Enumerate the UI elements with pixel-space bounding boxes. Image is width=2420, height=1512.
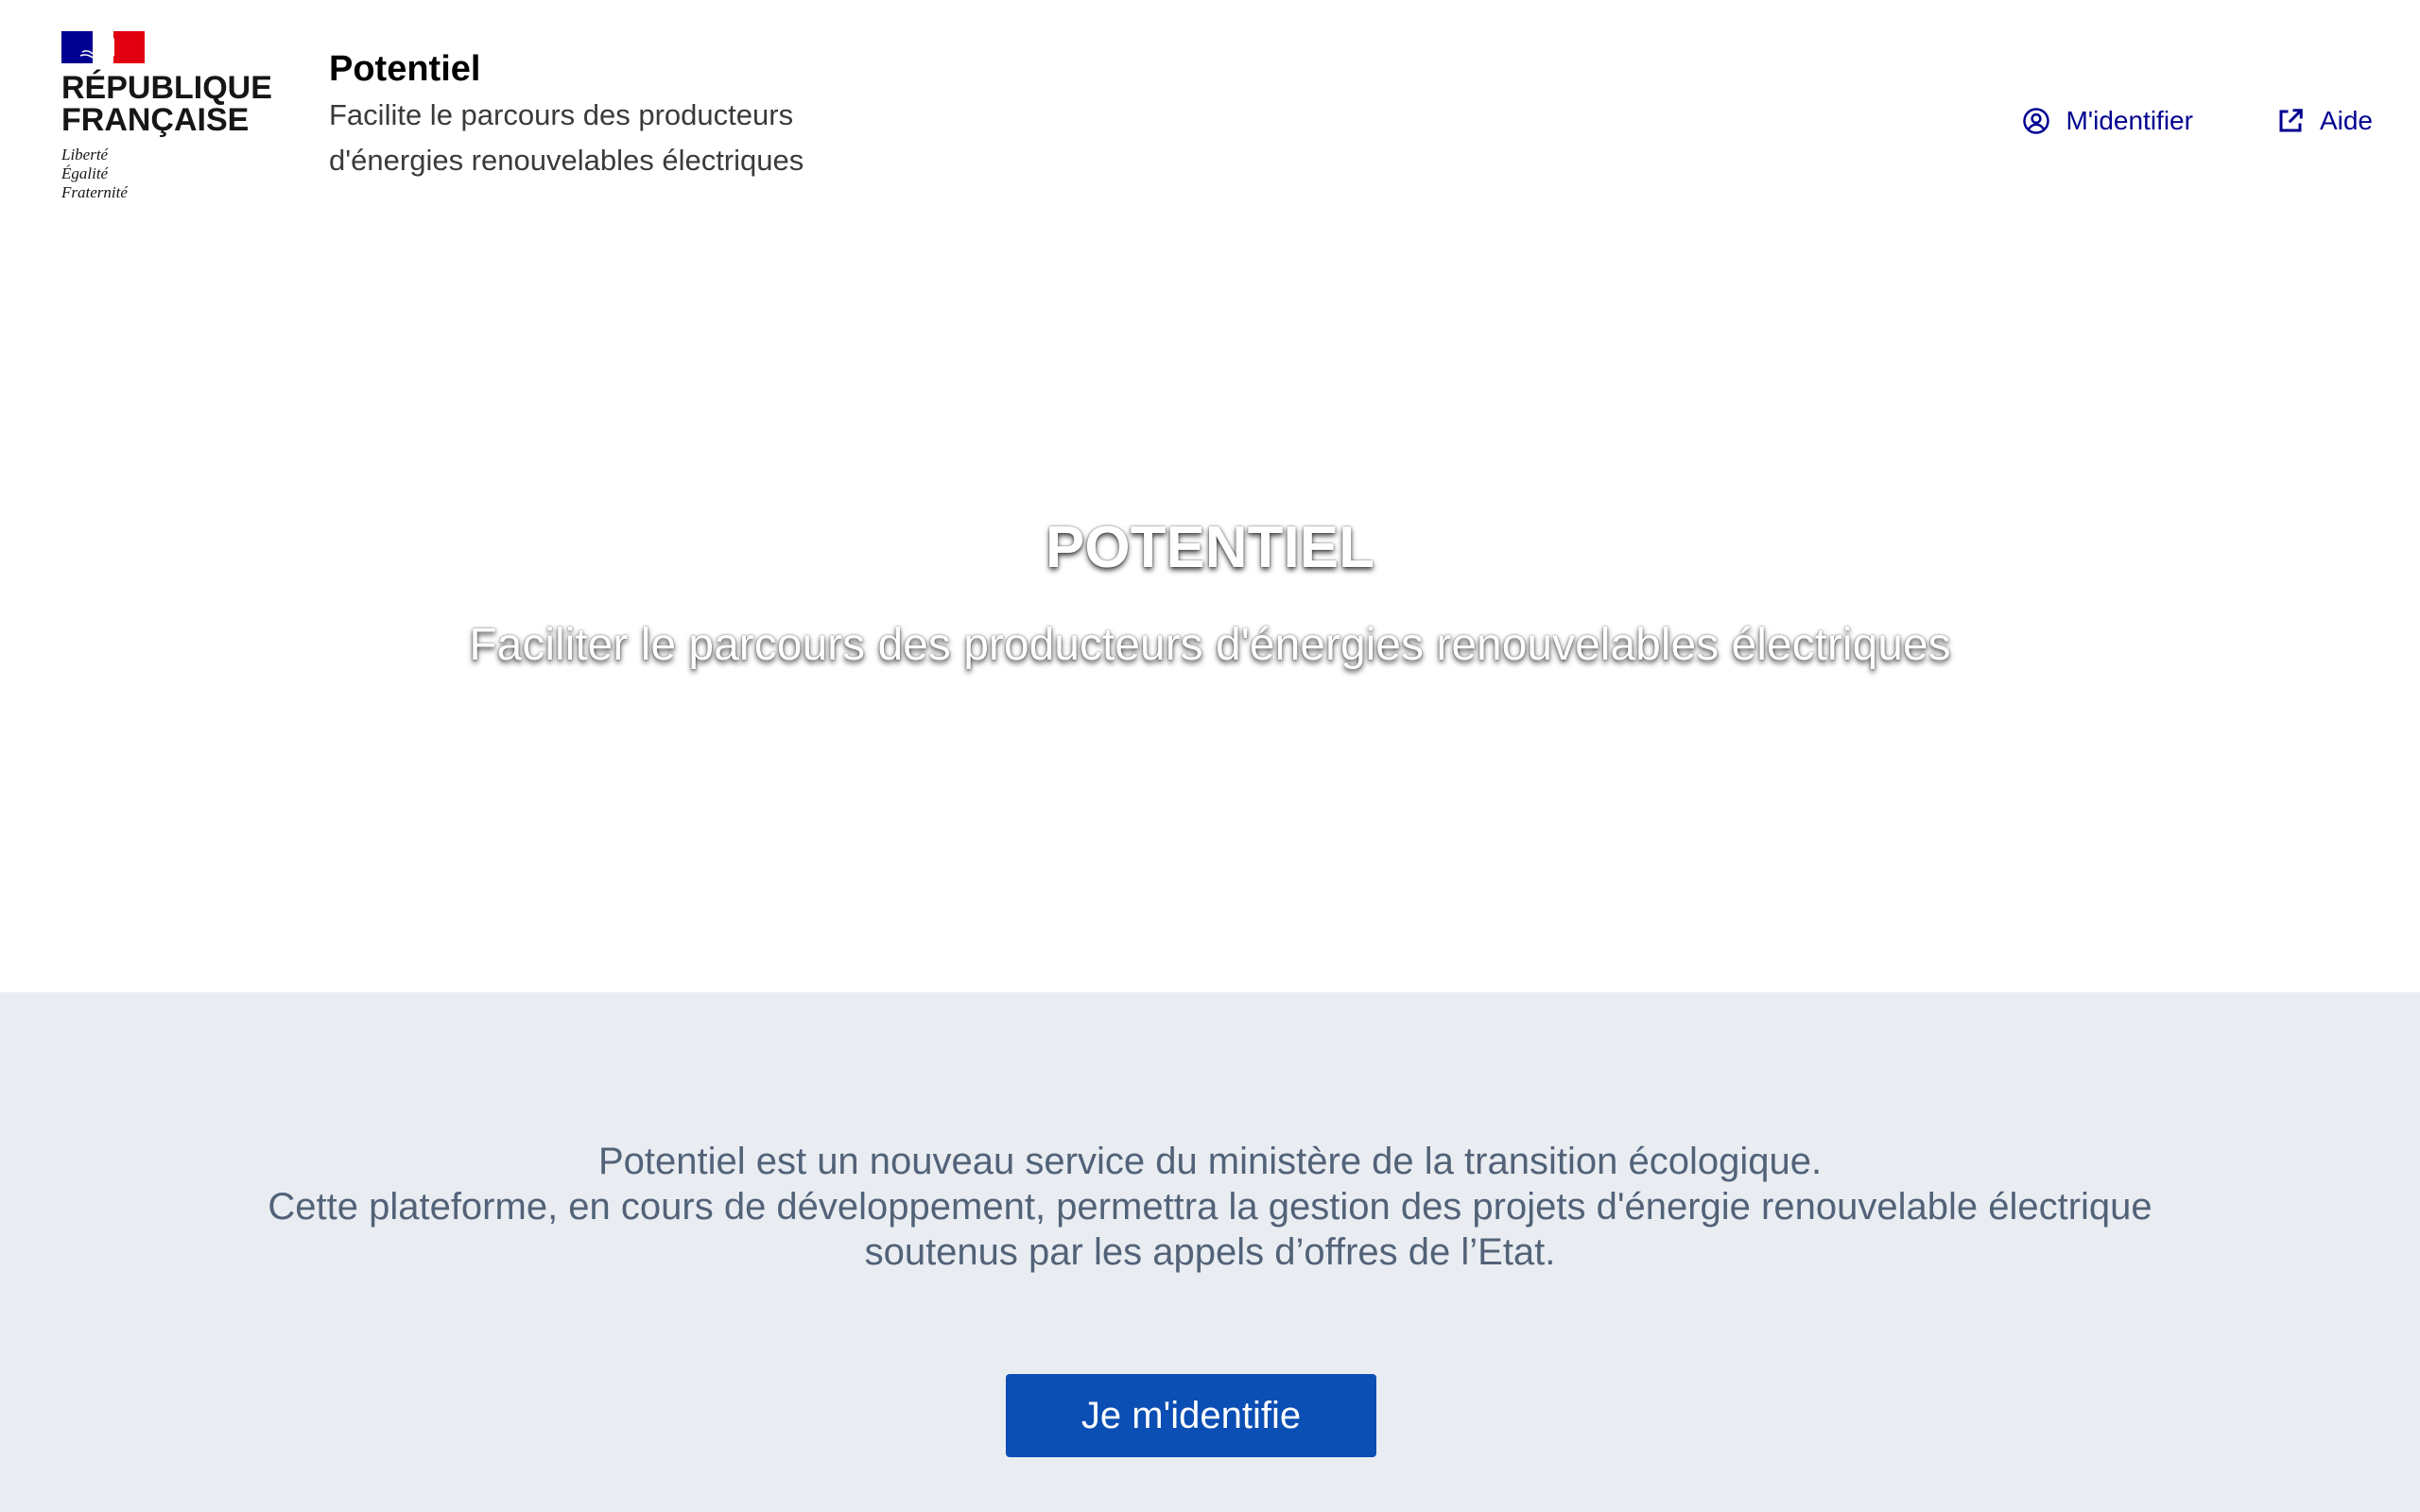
header-tools: M'identifier Aide: [2022, 106, 2373, 136]
help-link[interactable]: Aide: [2276, 106, 2373, 136]
devise: Liberté Égalité Fraternité: [61, 146, 288, 202]
external-link-icon: [2279, 109, 2303, 132]
hero-banner: POTENTIEL Faciliter le parcours des prod…: [0, 227, 2420, 992]
info-section: Potentiel est un nouveau service du mini…: [0, 992, 2420, 1512]
marianne-flag-icon: [61, 31, 145, 63]
republique-francaise-text: RÉPUBLIQUE FRANÇAISE: [61, 72, 288, 136]
devise-egalite: Égalité: [61, 164, 109, 182]
devise-liberte: Liberté: [61, 146, 109, 163]
devise-fraternite: Fraternité: [61, 183, 128, 201]
logo-line-2: FRANÇAISE: [61, 102, 250, 138]
republique-francaise-logo[interactable]: RÉPUBLIQUE FRANÇAISE Liberté Égalité Fra…: [61, 31, 288, 202]
info-line-2: Cette plateforme, en cours de développem…: [268, 1186, 2152, 1228]
info-line-1: Potentiel est un nouveau service du mini…: [597, 1141, 1823, 1182]
login-link-label: M'identifier: [2066, 106, 2193, 135]
user-circle-icon: [2023, 108, 2050, 134]
info-text: Potentiel est un nouveau service du mini…: [0, 1139, 2420, 1275]
logo-line-1: RÉPUBLIQUE: [61, 70, 272, 106]
service-block: Potentiel Facilite le parcours des produ…: [329, 47, 858, 183]
hero-title: POTENTIEL: [1046, 515, 1374, 580]
service-tagline: Facilite le parcours des producteurs d'é…: [329, 98, 804, 177]
help-link-label: Aide: [2319, 106, 2373, 135]
login-link[interactable]: M'identifier: [2022, 106, 2193, 136]
site-header: RÉPUBLIQUE FRANÇAISE Liberté Égalité Fra…: [0, 0, 2420, 227]
service-title[interactable]: Potentiel: [329, 47, 858, 91]
hero-subtitle: Faciliter le parcours des producteurs d'…: [469, 620, 1951, 670]
info-line-3: soutenus par les appels d’offres de l’Et…: [864, 1231, 1556, 1273]
identify-button[interactable]: Je m'identifie: [1006, 1374, 1376, 1457]
